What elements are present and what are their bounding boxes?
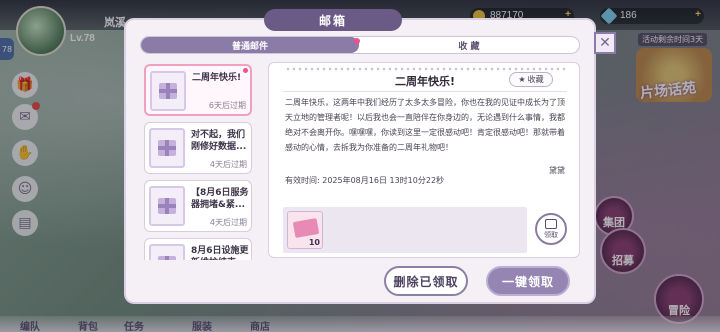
mail-item[interactable]: 二周年快乐! 6天后过期 <box>144 64 252 116</box>
mail-valid-time: 有效时间: 2025年08月16日 13时10分22秒 <box>285 176 445 185</box>
close-button[interactable]: ✕ <box>594 32 616 54</box>
mail-item[interactable]: 8月6日设施更新维护结束 <box>144 238 252 260</box>
mail-body: 二周年快乐，这两年中我们经历了太多太多冒险，你也在我的见证中成长为了顶天立地的管… <box>285 98 565 152</box>
mail-list[interactable]: 二周年快乐! 6天后过期 对不起，我们刚修好数据... 4天后过期 【8月6日服… <box>140 60 258 260</box>
claim-button[interactable]: 领取 <box>535 213 567 245</box>
ticket-icon <box>292 218 320 238</box>
gift-icon <box>149 244 185 260</box>
attachment-area: 10 <box>283 207 527 253</box>
gift-icon <box>150 71 186 111</box>
mail-detail-panel: 二周年快乐! ★ 收藏 二周年快乐，这两年中我们经历了太多太多冒险，你也在我的见… <box>268 62 580 258</box>
mail-sender: 黛黛 <box>549 166 565 175</box>
gift-icon <box>149 186 185 226</box>
favorite-button[interactable]: ★ 收藏 <box>509 72 553 87</box>
mail-expire: 4天后过期 <box>209 160 247 169</box>
mail-subject: 【8月6日服务器拥堵&紧... <box>191 188 249 210</box>
mail-tabs: 普通邮件 收 藏 <box>140 36 580 54</box>
claim-all-button[interactable]: 一键领取 <box>486 266 570 296</box>
attachment-qty: 10 <box>308 238 320 247</box>
gift-icon <box>149 128 185 168</box>
tab-favorites[interactable]: 收 藏 <box>359 37 579 53</box>
gift-icon <box>545 218 557 229</box>
dialog-title: 邮箱 <box>264 9 402 31</box>
divider <box>283 91 567 92</box>
tab-notification-dot <box>354 38 360 44</box>
attachment-item[interactable]: 10 <box>287 211 323 249</box>
mail-subject: 二周年快乐! <box>192 73 242 83</box>
mail-item[interactable]: 【8月6日服务器拥堵&紧... 4天后过期 <box>144 180 252 232</box>
tab-normal-mail[interactable]: 普通邮件 <box>141 37 359 53</box>
mail-expire: 4天后过期 <box>209 218 247 227</box>
mail-expire: 6天后过期 <box>208 101 246 110</box>
mail-subject: 对不起，我们刚修好数据... <box>191 130 247 152</box>
mail-subject: 8月6日设施更新维护结束 <box>191 246 249 260</box>
mail-item[interactable]: 对不起，我们刚修好数据... 4天后过期 <box>144 122 252 174</box>
star-icon: ★ <box>518 75 526 84</box>
decorative-dots <box>285 67 565 71</box>
delete-claimed-button[interactable]: 删除已领取 <box>384 266 468 296</box>
